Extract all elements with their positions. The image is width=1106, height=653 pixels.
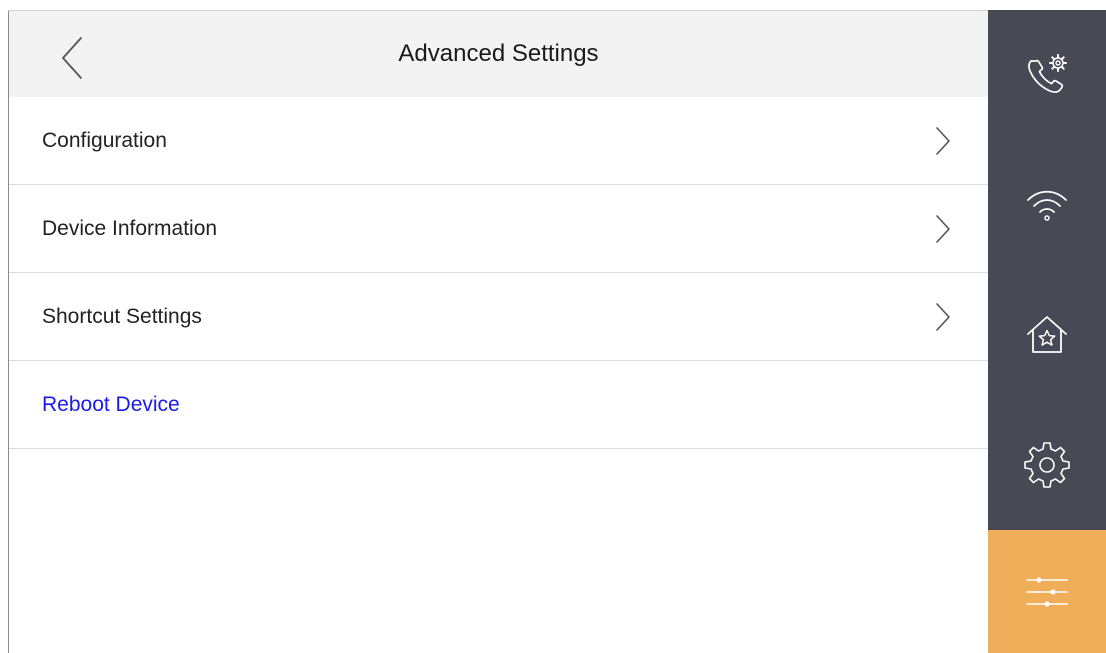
header-bar: Advanced Settings [9, 11, 988, 97]
sidebar-item-wifi[interactable] [988, 140, 1106, 270]
call-settings-icon [1028, 54, 1067, 93]
chevron-left-icon [62, 37, 82, 79]
chevron-right-icon [936, 127, 950, 155]
reboot-device-label: Reboot Device [42, 393, 180, 416]
wifi-icon [1027, 190, 1067, 221]
page-title: Advanced Settings [398, 40, 599, 67]
menu-item-label: Configuration [42, 129, 167, 152]
sidebar-item-settings[interactable] [988, 400, 1106, 530]
settings-menu: Configuration Device Information Shortcu… [9, 97, 988, 449]
menu-item-reboot-device[interactable]: Reboot Device [9, 361, 988, 449]
advanced-settings-screen: Advanced Settings Configuration Device I… [0, 0, 1106, 653]
menu-item-label: Device Information [42, 217, 218, 240]
chevron-right-icon [936, 303, 950, 331]
back-button[interactable] [49, 25, 95, 91]
home-star-icon [1027, 316, 1067, 353]
menu-item-shortcut-settings[interactable]: Shortcut Settings [9, 273, 988, 361]
menu-item-device-information[interactable]: Device Information [9, 185, 988, 273]
sidebar-item-call-settings[interactable] [988, 10, 1106, 140]
menu-item-configuration[interactable]: Configuration [9, 97, 988, 185]
sidebar [988, 10, 1106, 653]
gear-icon [1024, 442, 1070, 488]
sidebar-item-home[interactable] [988, 270, 1106, 400]
sidebar-item-advanced[interactable] [988, 530, 1106, 653]
menu-item-label: Shortcut Settings [42, 305, 202, 328]
chevron-right-icon [936, 215, 950, 243]
sliders-icon [1026, 576, 1068, 607]
